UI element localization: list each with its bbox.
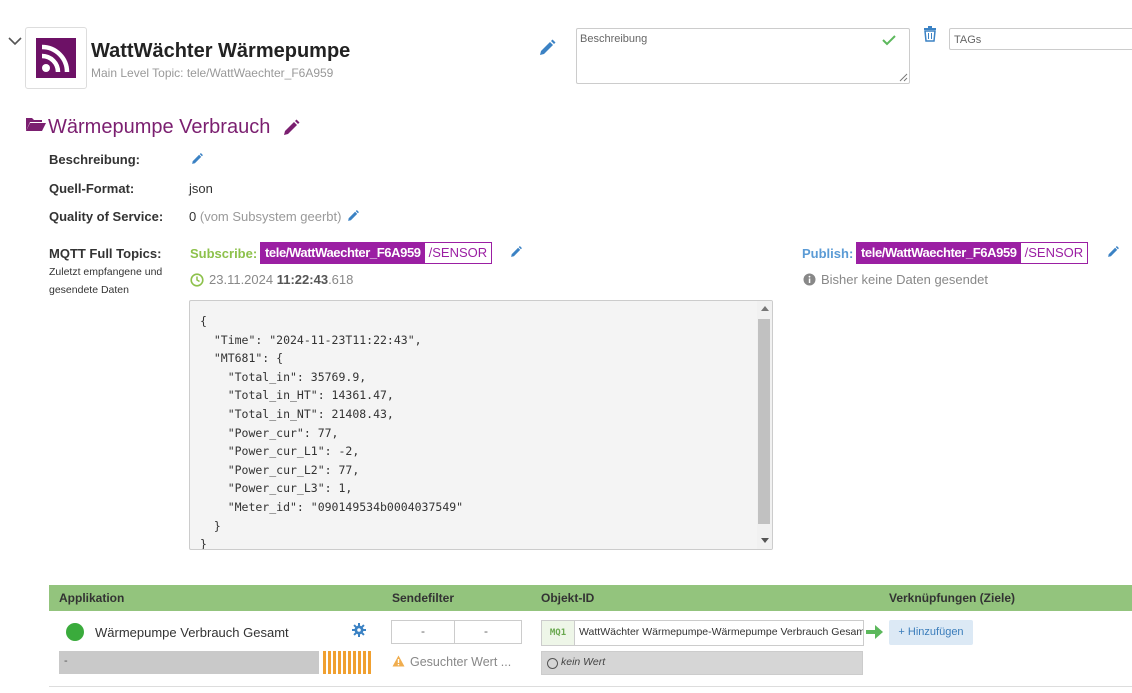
scrollbar[interactable] [757, 301, 772, 549]
edit-pencil-icon[interactable] [537, 38, 557, 58]
object-value-display: kein Wert [541, 651, 863, 675]
column-sendefilter: Sendefilter [392, 591, 455, 605]
mqtt-topics-label: MQTT Full Topics: [49, 246, 162, 261]
object-name: WattWächter Wärmepumpe-Wärmepumpe Verbra… [579, 626, 864, 638]
publish-note: Bisher keine Daten gesendet [821, 272, 988, 287]
checkmark-icon[interactable] [881, 33, 897, 47]
gear-icon[interactable] [352, 623, 366, 637]
column-verknuepfungen: Verknüpfungen (Ziele) [889, 591, 1016, 605]
empty-circle-icon [547, 658, 558, 669]
last-received-timestamp: 23.11.2024 11:22:43.618 [209, 272, 354, 287]
quellformat-label: Quell-Format: [49, 181, 135, 196]
mqtt-topics-note: Zuletzt empfangene und gesendete Daten [49, 266, 163, 296]
device-subtitle: Main Level Topic: tele/WattWaechter_F6A9… [91, 66, 334, 80]
row-divider [49, 686, 1132, 687]
section-title: Wärmepumpe Verbrauch [48, 116, 271, 138]
edit-pencil-icon[interactable] [509, 245, 523, 259]
chevron-down-icon[interactable] [8, 36, 22, 46]
qos-value: 0 (vom Subsystem geerbt) [189, 209, 342, 224]
qos-note: (vom Subsystem geerbt) [199, 209, 342, 224]
publish-label: Publish: [802, 246, 854, 261]
device-title: WattWächter Wärmepumpe [91, 40, 351, 62]
warning-icon [392, 655, 405, 667]
info-icon [803, 273, 816, 286]
description-textarea[interactable]: Beschreibung [576, 28, 910, 84]
scrollbar-thumb[interactable] [758, 319, 770, 524]
filter-right[interactable]: - [455, 624, 517, 638]
tags-input[interactable]: TAGs [949, 28, 1132, 50]
trash-icon[interactable] [923, 26, 937, 42]
column-objekt-id: Objekt-ID [541, 591, 595, 605]
application-name[interactable]: Wärmepumpe Verbrauch Gesamt [95, 625, 289, 640]
edit-pencil-icon[interactable] [281, 118, 301, 138]
filter-left[interactable]: - [392, 624, 454, 638]
edit-pencil-icon[interactable] [190, 152, 204, 166]
device-logo [25, 27, 87, 89]
publish-topic: tele/WattWaechter_F6A959/SENSOR [856, 242, 1089, 264]
folder-open-icon [26, 118, 46, 131]
table-header: Applikation Sendefilter Objekt-ID Verknü… [49, 585, 1132, 611]
object-id-field[interactable]: MQ1 WattWächter Wärmepumpe-Wärmepumpe Ve… [541, 620, 864, 646]
qos-label: Quality of Service: [49, 209, 164, 224]
payload-json: { "Time": "2024-11-23T11:22:43", "MT681"… [200, 314, 464, 550]
subscribe-label: Subscribe: [190, 246, 258, 261]
column-applikation: Applikation [59, 591, 125, 605]
clock-icon [190, 273, 204, 287]
edit-pencil-icon[interactable] [346, 209, 360, 223]
status-indicator [66, 623, 84, 641]
subscribe-topic: tele/WattWaechter_F6A959/SENSOR [260, 242, 493, 264]
add-link-button[interactable]: + Hinzufügen [889, 620, 973, 645]
scroll-up-arrow-icon[interactable] [761, 306, 769, 311]
search-warning: Gesuchter Wert ... [410, 655, 512, 669]
signal-history-bars [323, 651, 371, 674]
scroll-down-arrow-icon[interactable] [761, 538, 769, 543]
rss-feed-icon [36, 38, 76, 78]
quellformat-value: json [189, 181, 213, 196]
value-placeholder: kein Wert [561, 656, 606, 668]
edit-pencil-icon[interactable] [1106, 245, 1120, 259]
value-bar: - [59, 651, 319, 674]
description-placeholder: Beschreibung [580, 33, 648, 45]
resize-handle-icon[interactable] [899, 73, 908, 82]
beschreibung-label: Beschreibung: [49, 152, 141, 167]
sendefilter-input[interactable]: - - [391, 620, 522, 644]
arrow-right-icon [866, 625, 883, 639]
payload-viewer[interactable]: { "Time": "2024-11-23T11:22:43", "MT681"… [189, 300, 773, 550]
mq-badge: MQ1 [542, 621, 575, 645]
